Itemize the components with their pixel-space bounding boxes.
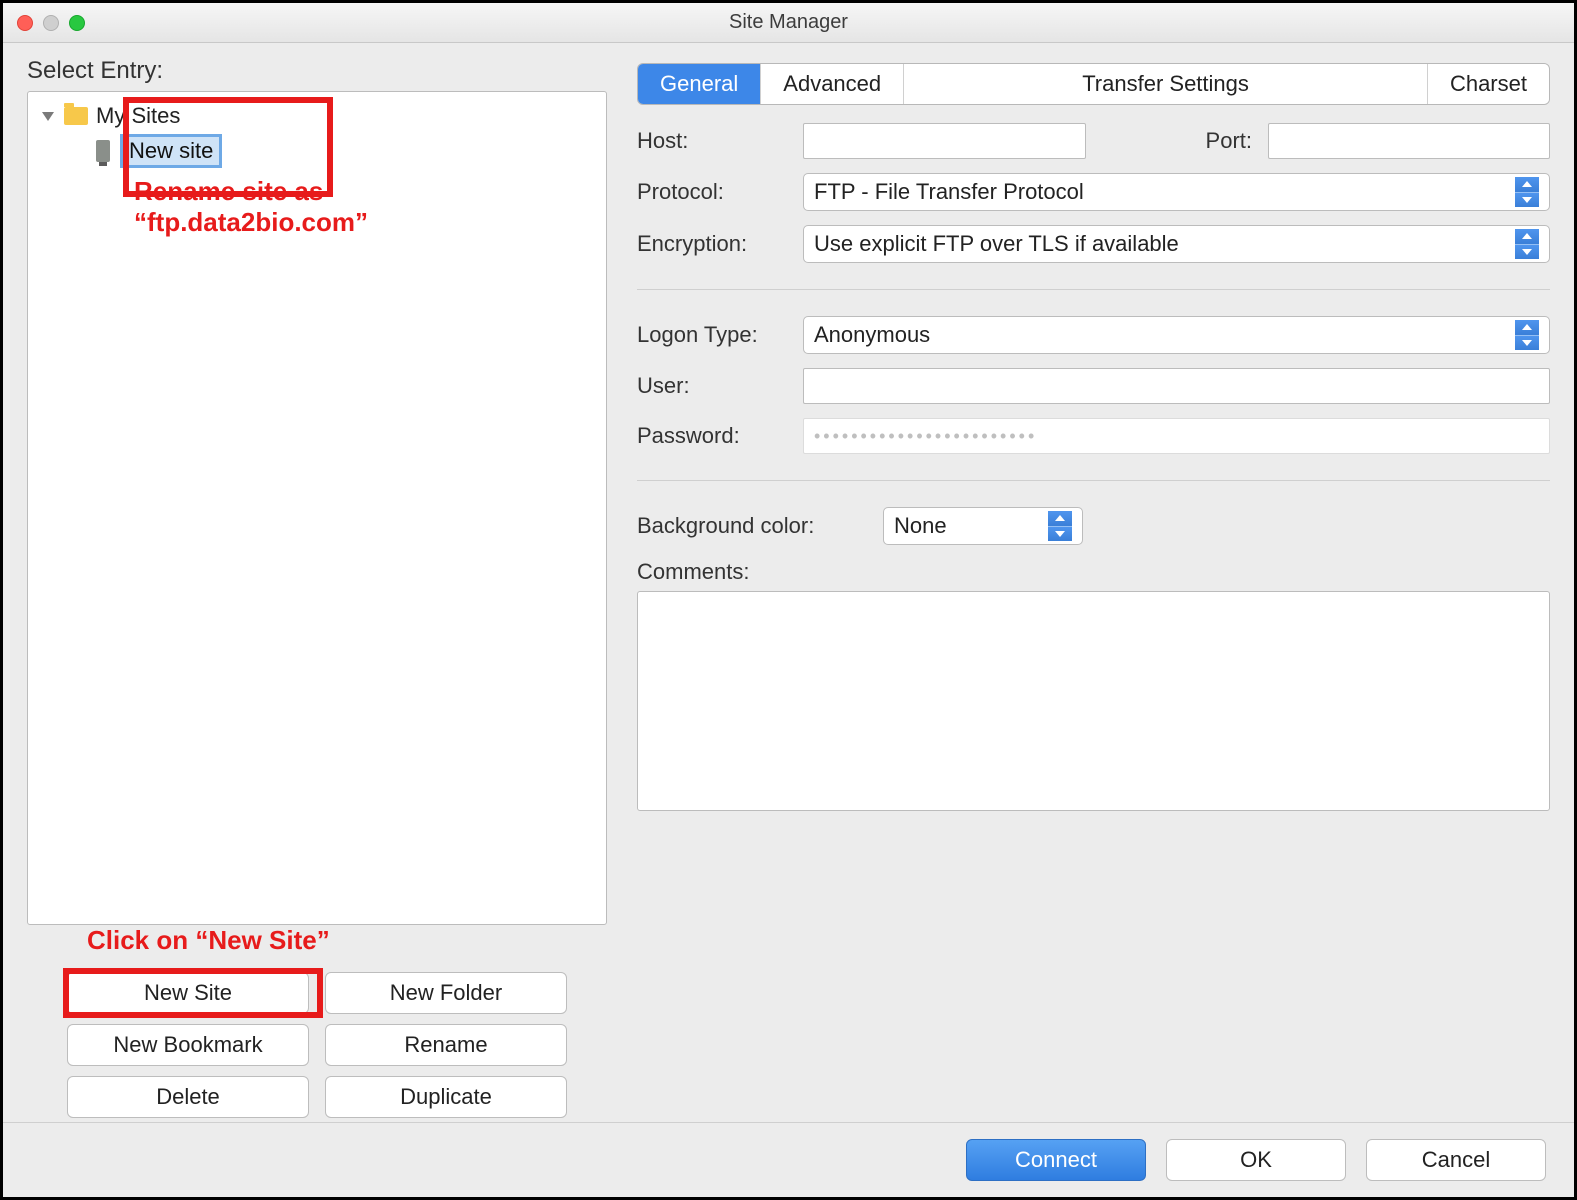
sort-icon xyxy=(1048,511,1072,541)
zoom-icon[interactable] xyxy=(69,15,85,31)
annotation-rename: Rename site as “ftp.data2bio.com” xyxy=(134,176,600,238)
folder-icon xyxy=(64,107,88,125)
logon-type-select[interactable]: Anonymous xyxy=(803,316,1550,354)
annotation-newsite: Click on “New Site” xyxy=(87,925,607,956)
delete-button[interactable]: Delete xyxy=(67,1076,309,1118)
entry-tree[interactable]: My Sites New site Rename site as “ftp.da… xyxy=(27,91,607,925)
annotation-rename-line2: “ftp.data2bio.com” xyxy=(134,207,600,238)
left-panel: Select Entry: My Sites New site Rename s… xyxy=(27,57,607,1118)
tab-transfer-settings[interactable]: Transfer Settings xyxy=(904,64,1428,104)
user-input[interactable] xyxy=(803,368,1550,404)
cancel-button[interactable]: Cancel xyxy=(1366,1139,1546,1181)
bgcolor-value: None xyxy=(894,513,947,539)
annotation-rename-line1: Rename site as xyxy=(134,176,600,207)
port-input[interactable] xyxy=(1268,123,1550,159)
tab-charset[interactable]: Charset xyxy=(1428,64,1549,104)
divider xyxy=(637,480,1550,481)
general-form: Host: Port: Protocol: FTP - File Transfe… xyxy=(637,123,1550,811)
user-label: User: xyxy=(637,373,787,399)
logon-type-label: Logon Type: xyxy=(637,322,787,348)
chevron-down-icon[interactable] xyxy=(42,112,54,121)
connect-button[interactable]: Connect xyxy=(966,1139,1146,1181)
comments-textarea[interactable] xyxy=(637,591,1550,811)
window-controls xyxy=(17,15,85,31)
port-label: Port: xyxy=(1102,128,1252,154)
folder-label: My Sites xyxy=(96,103,180,129)
tab-general[interactable]: General xyxy=(638,64,761,104)
encryption-value: Use explicit FTP over TLS if available xyxy=(814,231,1179,257)
new-bookmark-button[interactable]: New Bookmark xyxy=(67,1024,309,1066)
bgcolor-select[interactable]: None xyxy=(883,507,1083,545)
divider xyxy=(637,289,1550,290)
duplicate-button[interactable]: Duplicate xyxy=(325,1076,567,1118)
sort-icon xyxy=(1515,177,1539,207)
protocol-value: FTP - File Transfer Protocol xyxy=(814,179,1084,205)
protocol-select[interactable]: FTP - File Transfer Protocol xyxy=(803,173,1550,211)
tree-site-row[interactable]: New site xyxy=(96,132,600,170)
logon-type-value: Anonymous xyxy=(814,322,930,348)
sort-icon xyxy=(1515,320,1539,350)
titlebar: Site Manager xyxy=(3,3,1574,43)
ok-button[interactable]: OK xyxy=(1166,1139,1346,1181)
tab-bar: General Advanced Transfer Settings Chars… xyxy=(637,63,1550,105)
host-input[interactable] xyxy=(803,123,1086,159)
host-label: Host: xyxy=(637,128,787,154)
bgcolor-label: Background color: xyxy=(637,513,867,539)
server-icon xyxy=(96,140,110,162)
protocol-label: Protocol: xyxy=(637,179,787,205)
close-icon[interactable] xyxy=(17,15,33,31)
rename-button[interactable]: Rename xyxy=(325,1024,567,1066)
entry-buttons: New Site New Folder New Bookmark Rename … xyxy=(27,972,607,1118)
content-area: Select Entry: My Sites New site Rename s… xyxy=(3,43,1574,1122)
encryption-select[interactable]: Use explicit FTP over TLS if available xyxy=(803,225,1550,263)
site-manager-window: Site Manager Select Entry: My Sites New … xyxy=(0,0,1577,1200)
new-folder-button[interactable]: New Folder xyxy=(325,972,567,1014)
encryption-label: Encryption: xyxy=(637,231,787,257)
window-title: Site Manager xyxy=(729,11,848,34)
tree-folder-row[interactable]: My Sites xyxy=(34,100,600,132)
password-input[interactable]: •••••••••••••••••••••••• xyxy=(803,418,1550,454)
select-entry-label: Select Entry: xyxy=(27,57,607,85)
minimize-icon xyxy=(43,15,59,31)
site-name-input[interactable]: New site xyxy=(120,134,222,168)
comments-label: Comments: xyxy=(637,559,749,584)
right-panel: General Advanced Transfer Settings Chars… xyxy=(637,57,1550,1118)
dialog-footer: Connect OK Cancel xyxy=(3,1122,1574,1197)
tab-advanced[interactable]: Advanced xyxy=(761,64,904,104)
new-site-button[interactable]: New Site xyxy=(67,972,309,1014)
password-label: Password: xyxy=(637,423,787,449)
sort-icon xyxy=(1515,229,1539,259)
